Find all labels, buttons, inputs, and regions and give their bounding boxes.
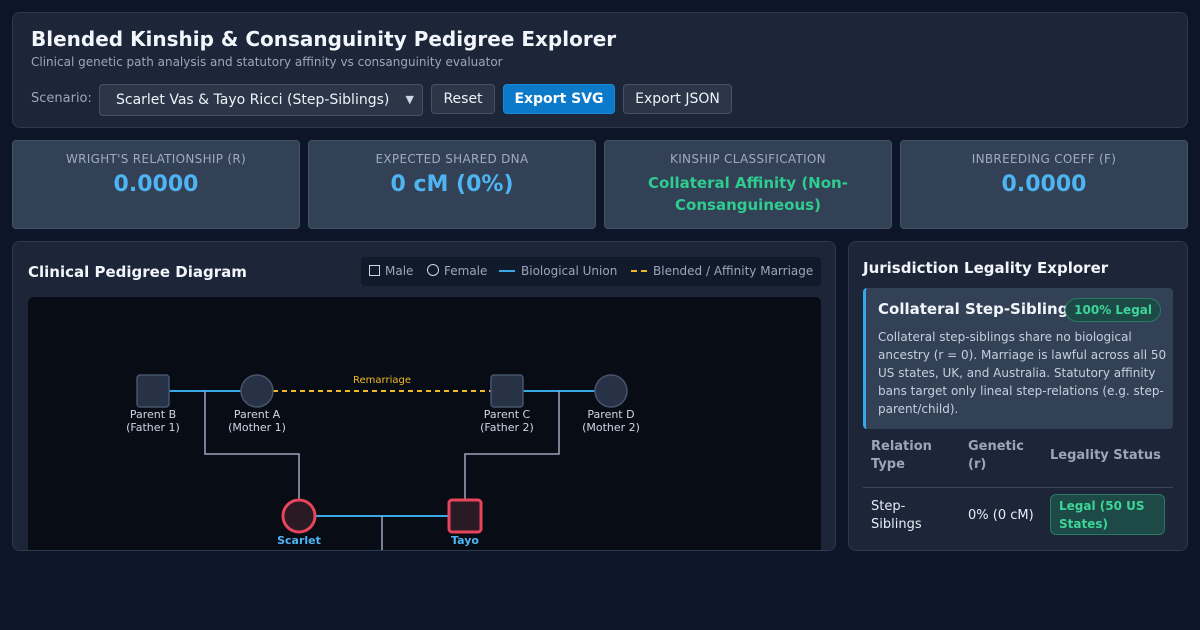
stat-kinship-class: KINSHIP CLASSIFICATION Collateral Affini…	[604, 140, 892, 229]
scenario-select[interactable]: Scarlet Vas & Tayo Ricci (Step-Siblings)…	[99, 84, 423, 116]
pedigree-legend: Male Female Biological Union Blended / A…	[361, 257, 821, 286]
tayo-name: Tayo	[451, 534, 479, 547]
stat-shared-dna: EXPECTED SHARED DNA 0 cM (0%)	[308, 140, 596, 229]
scarlet-name: Scarlet	[277, 534, 321, 547]
legality-title: Jurisdiction Legality Explorer	[863, 259, 1109, 277]
stat-relationship: WRIGHT'S RELATIONSHIP (R) 0.0000	[12, 140, 300, 229]
parent-a-role: (Mother 1)	[228, 421, 286, 434]
export-svg-button[interactable]: Export SVG	[503, 84, 615, 114]
parent-a-node[interactable]	[240, 374, 274, 408]
parent-c-name: Parent C	[484, 408, 531, 421]
legend-female: Female	[427, 264, 487, 278]
legality-info-card: Collateral Step-Siblings 100% Legal Coll…	[863, 288, 1173, 429]
scenario-select-value: Scarlet Vas & Tayo Ricci (Step-Siblings)	[116, 92, 390, 108]
parent-d-node[interactable]	[594, 374, 628, 408]
solid-line-icon	[499, 270, 515, 272]
stat-inbreeding: INBREEDING COEFF (F) 0.0000	[900, 140, 1188, 229]
column-header-status: Legality Status	[1050, 448, 1161, 463]
parent-b-node[interactable]	[136, 374, 170, 408]
square-icon	[369, 265, 380, 276]
row-relation: Step-Siblings	[871, 499, 922, 532]
row-genetic: 0% (0 cM)	[968, 508, 1034, 523]
column-header-genetic: Genetic (r)	[968, 439, 1024, 472]
scarlet-node[interactable]	[281, 498, 317, 534]
column-header-relation: Relation Type	[871, 439, 932, 472]
parent-c-role: (Father 2)	[480, 421, 534, 434]
row-status-badge: Legal (50 US States)	[1050, 494, 1165, 535]
circle-icon	[427, 264, 439, 276]
parent-c-node[interactable]	[490, 374, 524, 408]
stat-value: 0.0000	[1001, 172, 1087, 197]
parent-a-name: Parent A	[234, 408, 281, 421]
stat-label: WRIGHT'S RELATIONSHIP (R)	[65, 152, 246, 166]
stat-label: INBREEDING COEFF (F)	[971, 152, 1117, 166]
legend-affinity: Blended / Affinity Marriage	[631, 264, 813, 278]
reset-button[interactable]: Reset	[431, 84, 495, 114]
parent-b-role: (Father 1)	[126, 421, 180, 434]
header-card: Blended Kinship & Consanguinity Pedigree…	[12, 12, 1188, 128]
pedigree-diagram: Remarriage Parent B (Father 1) Parent A …	[28, 297, 821, 550]
dashed-line-icon	[631, 270, 647, 272]
stat-label: EXPECTED SHARED DNA	[375, 152, 529, 166]
parent-d-role: (Mother 2)	[582, 421, 640, 434]
pedigree-svg: Remarriage Parent B (Father 1) Parent A …	[126, 374, 640, 550]
legend-bio-union: Biological Union	[499, 264, 617, 278]
legality-panel: Jurisdiction Legality Explorer Collatera…	[848, 241, 1188, 551]
parent-b-name: Parent B	[130, 408, 176, 421]
chevron-down-icon: ▼	[405, 93, 414, 106]
app-subtitle: Clinical genetic path analysis and statu…	[31, 55, 503, 69]
stat-label: KINSHIP CLASSIFICATION	[670, 152, 826, 166]
pedigree-panel: Clinical Pedigree Diagram Male Female Bi…	[12, 241, 836, 551]
info-card-title: Collateral Step-Siblings	[878, 300, 1078, 318]
parent-d-name: Parent D	[587, 408, 634, 421]
table-row-divider	[863, 487, 1173, 488]
export-json-button[interactable]: Export JSON	[623, 84, 732, 114]
app-title: Blended Kinship & Consanguinity Pedigree…	[31, 27, 617, 51]
info-card-body: Collateral step-siblings share no biolog…	[878, 330, 1167, 416]
stat-value: Collateral Affinity (Non-Consanguineous)	[648, 174, 848, 214]
tayo-node[interactable]	[447, 498, 483, 534]
legend-male: Male	[369, 264, 413, 278]
legal-badge: 100% Legal	[1065, 298, 1161, 322]
stat-value: 0 cM (0%)	[390, 172, 514, 197]
pedigree-title: Clinical Pedigree Diagram	[28, 263, 247, 281]
stat-value: 0.0000	[113, 172, 199, 197]
scenario-label: Scenario:	[31, 91, 92, 106]
remarriage-label: Remarriage	[353, 375, 411, 386]
